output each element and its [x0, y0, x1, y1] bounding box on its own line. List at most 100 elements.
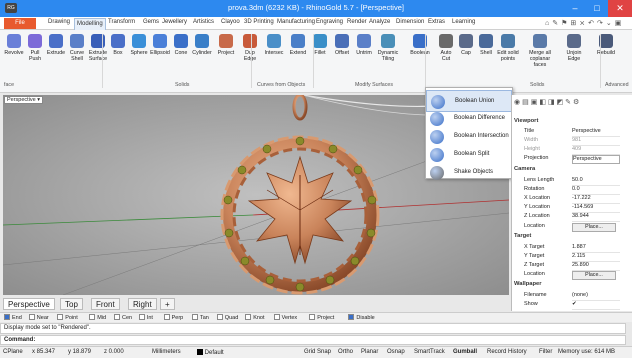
tab-gems[interactable]: Gems [143, 19, 159, 25]
osnap-end[interactable]: End [4, 314, 22, 321]
osnap-disable[interactable]: Disable [348, 314, 375, 321]
checkbox-icon[interactable] [245, 314, 252, 320]
viewport-label[interactable]: Perspective ▾ [4, 96, 44, 104]
tab-analyze[interactable]: Analyze [369, 19, 390, 25]
osnap-toggle[interactable]: Osnap [387, 349, 405, 355]
checkbox-icon[interactable] [4, 314, 10, 320]
boolean-button[interactable]: Boolean [408, 34, 432, 56]
merge-all-coplanar-faces-icon [533, 34, 547, 48]
tab-3d-printing[interactable]: 3D Printing [244, 19, 274, 25]
tab-render[interactable]: Render [347, 19, 367, 25]
edit-solid-points-button[interactable]: Edit solid points [496, 34, 520, 62]
close-button[interactable]: ✕ [608, 0, 632, 17]
extend-button[interactable]: Extend [286, 34, 310, 56]
file-tab[interactable]: File [4, 18, 36, 29]
grid-snap-toggle[interactable]: Grid Snap [304, 349, 331, 355]
add-viewport-tab-button[interactable]: + [160, 298, 175, 310]
osnap-perp[interactable]: Perp [163, 314, 183, 321]
ribbon-button-label: Cap [461, 50, 471, 56]
prop-y-target-value[interactable]: 2.115 [572, 253, 620, 262]
layer-label[interactable]: Default [197, 349, 224, 356]
project-button[interactable]: Project [214, 34, 238, 56]
checkbox-icon[interactable] [138, 314, 145, 320]
rebuild-icon [599, 34, 613, 48]
camera-place-button[interactable]: Place... [572, 223, 616, 232]
checkbox-icon[interactable] [273, 314, 280, 320]
dup-edge-button[interactable]: Dup Edge [238, 34, 262, 62]
dynamic-tiling-button[interactable]: Dynamic Tiling [376, 34, 400, 62]
prop-filename-value[interactable]: (none) [572, 292, 620, 301]
units-label[interactable]: Millimeters [152, 349, 181, 355]
fillet-button[interactable]: Fillet [308, 34, 332, 56]
tab-transform[interactable]: Transform [108, 19, 135, 25]
osnap-project[interactable]: Project [309, 314, 334, 321]
show-checkbox[interactable]: ✔ [572, 301, 620, 310]
panel-toolbar-icons[interactable]: ◉▤▣◧◨◩✎⚙ [514, 98, 632, 108]
tab-learning[interactable]: Learning [452, 19, 475, 25]
smarttrack-toggle[interactable]: SmartTrack [414, 349, 445, 355]
prop-rotation-value[interactable]: 0.0 [572, 186, 620, 195]
osnap-knot[interactable]: Knot [245, 314, 265, 321]
osnap-point[interactable]: Point [57, 314, 78, 321]
tab-right[interactable]: Right [128, 298, 157, 310]
checkbox-icon[interactable] [28, 314, 35, 320]
osnap-cen[interactable]: Cen [114, 314, 132, 321]
prop-show: Show ✔ [514, 301, 622, 310]
rebuild-button[interactable]: Rebuild [594, 34, 618, 56]
shell-button[interactable]: Shell [474, 34, 498, 56]
ortho-toggle[interactable]: Ortho [338, 349, 353, 355]
unjoin-edge-button[interactable]: Unjoin Edge [562, 34, 586, 62]
target-place-button[interactable]: Place... [572, 271, 616, 280]
checkbox-icon[interactable] [114, 314, 120, 320]
quick-access-icons[interactable]: ⌂✎⚑⊞⨯↶↷⌄▣ [545, 19, 624, 27]
tab-engraving[interactable]: Engraving [316, 19, 343, 25]
checkbox-icon[interactable] [57, 314, 64, 320]
osnap-int[interactable]: Int [138, 314, 153, 321]
tab-front[interactable]: Front [91, 298, 120, 310]
checkbox-icon[interactable] [348, 314, 355, 320]
checkbox-icon[interactable] [192, 314, 198, 320]
tab-perspective[interactable]: Perspective [3, 298, 55, 310]
prop-title-value[interactable]: Perspective [572, 128, 620, 137]
command-line[interactable]: Command: [0, 335, 626, 345]
record-history-toggle[interactable]: Record History [487, 349, 527, 355]
osnap-label: Vertex [281, 315, 298, 321]
checkbox-icon[interactable] [163, 314, 170, 320]
maximize-button[interactable]: □ [586, 0, 608, 17]
prop-y-location-value[interactable]: -114.569 [572, 204, 620, 213]
osnap-tan[interactable]: Tan [192, 314, 209, 321]
osnap-near[interactable]: Near [28, 314, 49, 321]
checkbox-icon[interactable] [216, 314, 223, 320]
projection-select[interactable]: Perspective [572, 155, 620, 164]
tab-jewellery[interactable]: Jewellery [162, 19, 187, 25]
filter-toggle[interactable]: Filter [539, 349, 552, 355]
checkbox-icon[interactable] [309, 314, 316, 320]
minimize-button[interactable]: – [564, 0, 586, 17]
osnap-quad[interactable]: Quad [216, 314, 238, 321]
cplane-label[interactable]: CPlane [3, 349, 23, 355]
tab-clayoo[interactable]: Clayoo [221, 19, 240, 25]
menu-item-shake-objects[interactable]: Shake Objects [426, 162, 512, 184]
prop-x-target-value[interactable]: 1.887 [572, 244, 620, 253]
merge-all-coplanar-faces-button[interactable]: Merge all coplanar faces [528, 34, 552, 68]
offset-button[interactable]: Offset [330, 34, 354, 56]
prop-z-target-value[interactable]: 25.890 [572, 262, 620, 271]
tab-extras[interactable]: Extras [428, 19, 445, 25]
checkbox-icon[interactable] [89, 314, 96, 320]
gumball-toggle[interactable]: Gumball [453, 349, 477, 355]
tab-top[interactable]: Top [60, 298, 83, 310]
prop-x-location-value[interactable]: -17.222 [572, 195, 620, 204]
cylinder-button[interactable]: Cylinder [190, 34, 214, 56]
tab-artistics[interactable]: Artistics [193, 19, 214, 25]
prop-lens-value[interactable]: 50.0 [572, 177, 620, 186]
planar-toggle[interactable]: Planar [361, 349, 378, 355]
prop-z-location-value[interactable]: 38.944 [572, 213, 620, 222]
tab-drawing[interactable]: Drawing [48, 19, 70, 25]
tab-modelling[interactable]: Modelling [74, 18, 106, 30]
tab-manufacturing[interactable]: Manufacturing [277, 19, 315, 25]
osnap-vertex[interactable]: Vertex [273, 314, 298, 321]
osnap-mid[interactable]: Mid [89, 314, 106, 321]
tab-dimension[interactable]: Dimension [396, 19, 424, 25]
untrim-button[interactable]: Untrim [352, 34, 376, 56]
intersec-button[interactable]: Intersec [262, 34, 286, 56]
